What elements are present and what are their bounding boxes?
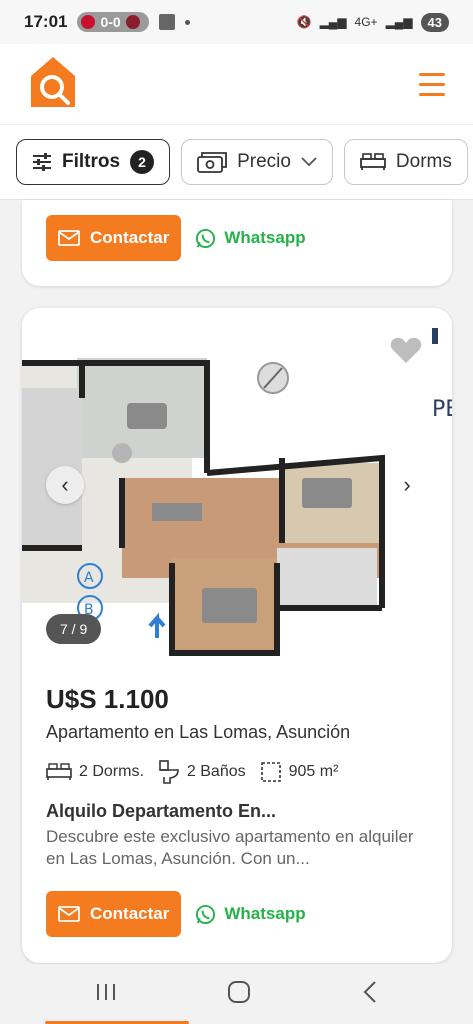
area-icon bbox=[260, 762, 281, 782]
listing-title: Alquilo Departamento En... bbox=[46, 801, 277, 821]
status-icons: 🔇 ▂▄▆ 4G+ ▂▄▆ 43 bbox=[296, 12, 449, 32]
filters-chip[interactable]: Filtros 2 bbox=[16, 139, 171, 185]
listing-description: Descubre este exclusivo apartamento en a… bbox=[46, 827, 414, 868]
network-type: 4G+ bbox=[354, 15, 378, 29]
area-feature: 905 m² bbox=[260, 761, 339, 783]
system-navigation-bar bbox=[0, 964, 473, 1024]
status-time: 17:01 bbox=[24, 12, 68, 31]
whatsapp-icon bbox=[196, 228, 216, 248]
area-value: 905 m² bbox=[288, 763, 339, 780]
listing-features: 2 Dorms. 2 Baños 905 m² bbox=[46, 760, 338, 784]
toilet-icon bbox=[159, 760, 179, 784]
mail-icon bbox=[58, 230, 80, 246]
chevron-left-icon: ‹ bbox=[61, 472, 69, 497]
score-notification: 0-0 bbox=[77, 12, 149, 32]
sliders-icon bbox=[33, 153, 51, 171]
listing-actions: Contactar Whatsapp bbox=[46, 215, 306, 261]
svg-text:PE: PE bbox=[432, 397, 452, 422]
more-notifications-icon bbox=[184, 19, 190, 25]
bathrooms-feature: 2 Baños bbox=[158, 760, 246, 784]
contact-button[interactable]: Contactar bbox=[46, 215, 182, 261]
previous-image-button[interactable]: ‹ bbox=[46, 466, 84, 504]
whatsapp-label: Whatsapp bbox=[224, 228, 306, 247]
whatsapp-icon bbox=[196, 904, 216, 924]
recent-apps-icon[interactable] bbox=[95, 982, 117, 1007]
bedrooms-feature: 2 Dorms. bbox=[46, 763, 144, 781]
listing-card[interactable]: A B PE ‹ › 7 / 9 U$S 1.100 Apartamento e… bbox=[22, 308, 452, 963]
bathrooms-value: 2 Baños bbox=[186, 763, 246, 780]
hamburger-menu-icon[interactable] bbox=[419, 72, 445, 96]
chevron-right-icon: › bbox=[403, 472, 411, 497]
app-header bbox=[0, 44, 473, 124]
bedrooms-chip[interactable]: Dorms bbox=[343, 139, 468, 185]
battery-indicator: 43 bbox=[420, 12, 449, 32]
contact-button[interactable]: Contactar bbox=[46, 891, 182, 937]
house-search-icon[interactable] bbox=[28, 54, 78, 115]
bed-icon bbox=[360, 153, 386, 170]
listing-price: U$S 1.100 bbox=[46, 684, 169, 714]
chevron-down-icon bbox=[301, 157, 317, 167]
whatsapp-button[interactable]: Whatsapp bbox=[195, 904, 306, 925]
back-icon[interactable] bbox=[362, 980, 378, 1009]
favorite-heart-icon[interactable] bbox=[390, 336, 422, 369]
price-label: Precio bbox=[237, 151, 291, 172]
home-icon[interactable] bbox=[227, 980, 251, 1009]
next-image-button[interactable]: › bbox=[388, 466, 426, 504]
filters-label: Filtros bbox=[62, 151, 121, 172]
mail-icon bbox=[58, 906, 80, 922]
whatsapp-button[interactable]: Whatsapp bbox=[195, 228, 306, 249]
bedrooms-label: Dorms bbox=[395, 151, 452, 172]
team-badge-icon bbox=[125, 15, 140, 29]
status-bar: 17:01 0-0 🔇 ▂▄▆ 4G+ ▂▄▆ 43 bbox=[0, 0, 473, 44]
filters-count-badge: 2 bbox=[130, 150, 155, 174]
bed-icon bbox=[46, 763, 72, 780]
bedrooms-value: 2 Dorms. bbox=[79, 763, 144, 780]
price-chip[interactable]: Precio bbox=[181, 139, 333, 185]
score-text: 0-0 bbox=[100, 14, 121, 30]
app-notification-icon bbox=[158, 14, 175, 30]
contact-label: Contactar bbox=[90, 904, 170, 923]
money-icon bbox=[197, 152, 227, 173]
whatsapp-label: Whatsapp bbox=[224, 904, 306, 923]
svg-text:A: A bbox=[84, 570, 94, 586]
image-gallery[interactable]: A B PE ‹ › 7 / 9 bbox=[22, 308, 452, 658]
image-counter: 7 / 9 bbox=[46, 614, 102, 644]
signal-icon: ▂▄▆ bbox=[385, 15, 413, 29]
team-badge-icon bbox=[81, 15, 96, 29]
filter-bar: Filtros 2 Precio Dorms bbox=[0, 124, 473, 200]
signal-icon: ▂▄▆ bbox=[319, 15, 347, 29]
listing-location: Apartamento en Las Lomas, Asunción bbox=[46, 722, 351, 742]
mute-icon: 🔇 bbox=[296, 15, 312, 29]
listing-actions: Contactar Whatsapp bbox=[46, 891, 306, 937]
previous-listing-card: Contactar Whatsapp bbox=[22, 200, 452, 286]
contact-label: Contactar bbox=[90, 228, 170, 247]
